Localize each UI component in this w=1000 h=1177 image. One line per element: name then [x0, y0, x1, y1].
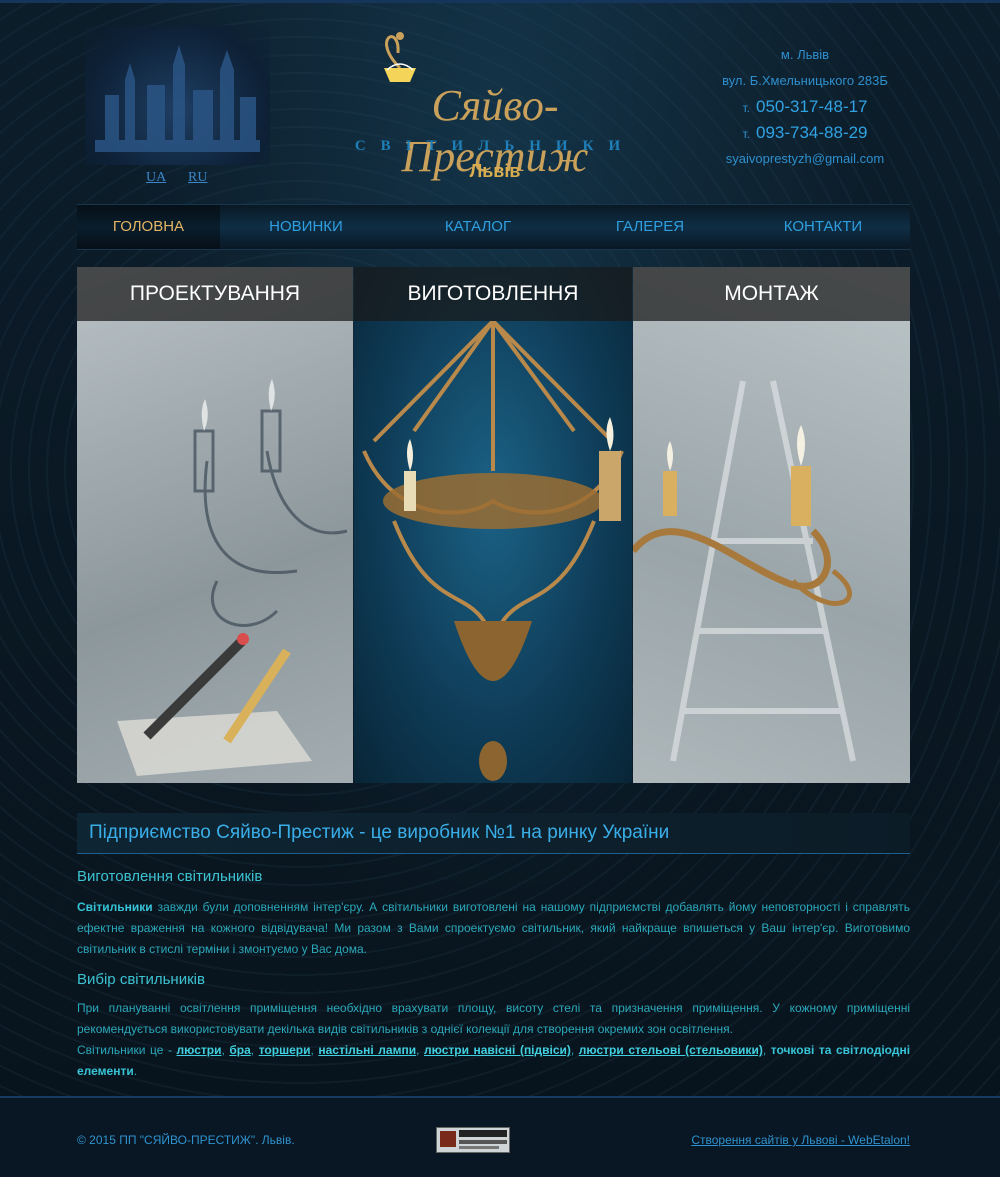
- nav-item-catalog[interactable]: КАТАЛОГ: [392, 205, 564, 249]
- nav-item-gallery[interactable]: ГАЛЕРЕЯ: [564, 205, 736, 249]
- page-headline: Підприємство Сяйво-Престиж - це виробник…: [89, 822, 670, 843]
- choice-lead: Світильники це -: [77, 1043, 177, 1057]
- contact-address: вул. Б.Хмельницького 283Б: [722, 73, 888, 88]
- link-table-lamps[interactable]: настільні лампи: [318, 1043, 416, 1057]
- link-chandeliers[interactable]: люстри: [177, 1043, 222, 1057]
- contacts-block: м. Львів вул. Б.Хмельницького 283Б т. 050…: [700, 42, 910, 172]
- section-text-manufacturing: Світильники завжди були доповненням інте…: [77, 897, 910, 960]
- footer-copyright: © 2015 ПП "СЯЙВО-ПРЕСТИЖ". Львів.: [77, 1133, 295, 1147]
- link-pendant-chandeliers[interactable]: люстри навісні (підвіси): [424, 1043, 571, 1057]
- link-sconces[interactable]: бра: [229, 1043, 250, 1057]
- chandelier-image: [362, 321, 624, 781]
- panel-manufacturing[interactable]: ВИГОТОВЛЕННЯ: [354, 267, 632, 783]
- panel-installation[interactable]: МОНТАЖ: [633, 267, 910, 783]
- contact-city: м. Львів: [780, 47, 830, 62]
- section-title-manufacturing: Виготовлення світильників: [77, 868, 263, 885]
- footer: © 2015 ПП "СЯЙВО-ПРЕСТИЖ". Львів. Створе…: [0, 1096, 1000, 1177]
- panel-manufacturing-title: ВИГОТОВЛЕННЯ: [354, 267, 632, 321]
- lang-ua-link[interactable]: UA: [146, 170, 166, 186]
- developer-link[interactable]: Створення сайтів у Львові - WebEtalon!: [691, 1133, 910, 1147]
- sketch-sconce-image: [117, 379, 348, 776]
- phone-prefix: т.: [742, 127, 750, 141]
- content-headline: Підприємство Сяйво-Престиж - це виробник…: [77, 813, 910, 854]
- phone-number-1[interactable]: 050-317-48-17: [756, 97, 868, 116]
- section-title-choice: Вибір світильників: [77, 971, 205, 988]
- choice-text-body: При плануванні освітлення приміщення нео…: [77, 1001, 910, 1036]
- contact-email[interactable]: syaivoprestyzh@gmail.com: [700, 146, 910, 172]
- contact-phone-2[interactable]: т. 093-734-88-29: [700, 120, 910, 146]
- logo-subtitle: СВІТИЛЬНИКИ: [354, 138, 636, 154]
- nav-item-new[interactable]: НОВИНКИ: [220, 205, 392, 249]
- main-nav: ГОЛОВНА НОВИНКИ КАТАЛОГ ГАЛЕРЕЯ КОНТАКТИ: [77, 204, 910, 250]
- service-panels: ПРОЕКТУВАННЯ ВИГОТОВЛЕННЯ МОНТАЖ: [77, 267, 910, 783]
- panel-design-title: ПРОЕКТУВАННЯ: [77, 267, 353, 321]
- logo-city: Львів: [469, 161, 521, 181]
- liveinternet-counter-icon[interactable]: [436, 1127, 510, 1153]
- section-text-choice: При плануванні освітлення приміщення нео…: [77, 1001, 911, 1078]
- panel-installation-title: МОНТАЖ: [633, 267, 910, 321]
- lang-ru-link[interactable]: RU: [188, 170, 207, 186]
- installation-sconce-image: [633, 380, 856, 762]
- link-floor-lamps[interactable]: торшери: [259, 1043, 311, 1057]
- site-logo[interactable]: Сяйво-Престиж СВІТИЛЬНИКИ Львів: [340, 28, 650, 193]
- section-bold-lead: Світильники: [77, 900, 153, 914]
- section-text-body: завжди були доповненням інтер'єру. А сві…: [77, 900, 910, 956]
- phone-prefix: т.: [742, 101, 750, 115]
- nav-item-home[interactable]: ГОЛОВНА: [77, 205, 220, 249]
- contact-phone-1[interactable]: т. 050-317-48-17: [700, 94, 910, 120]
- phone-number-2[interactable]: 093-734-88-29: [756, 123, 868, 142]
- panel-design[interactable]: ПРОЕКТУВАННЯ: [77, 267, 353, 783]
- nav-item-contacts[interactable]: КОНТАКТИ: [736, 205, 910, 249]
- castle-image: [85, 25, 270, 165]
- link-ceiling-chandeliers[interactable]: люстри стельові (стельовики): [579, 1043, 763, 1057]
